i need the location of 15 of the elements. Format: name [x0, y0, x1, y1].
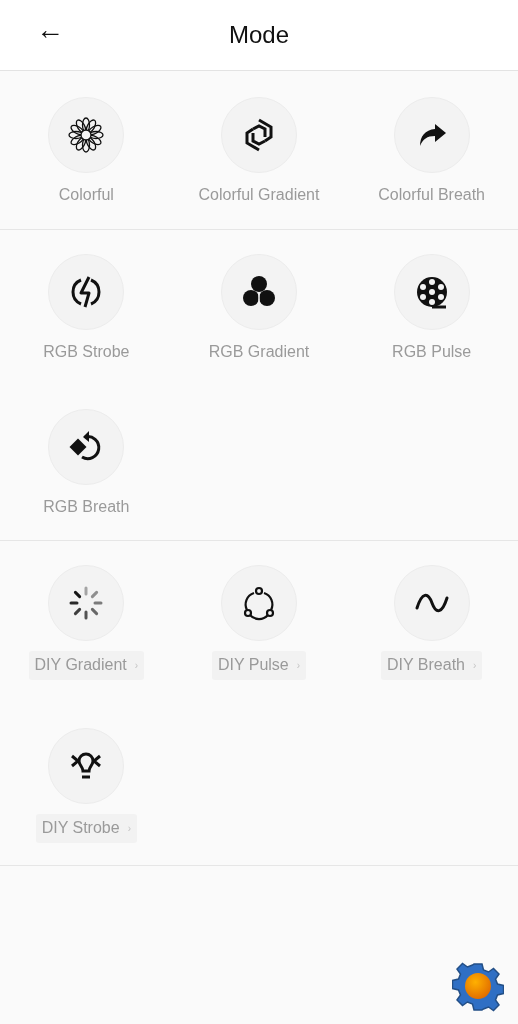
gear-icon[interactable]	[452, 960, 504, 1012]
mode-label: Colorful	[58, 185, 114, 205]
edit-chip[interactable]: DIY Breath ›	[381, 651, 483, 680]
edit-chip[interactable]: DIY Strobe ›	[35, 814, 137, 843]
mode-label: RGB Strobe	[43, 342, 130, 362]
mode-label: RGB Breath	[43, 497, 130, 517]
edit-chip[interactable]: DIY Gradient ›	[28, 651, 145, 680]
edit-chip[interactable]: DIY Pulse ›	[211, 651, 307, 680]
mode-label: Colorful Gradient	[198, 185, 320, 205]
flower-icon	[67, 116, 106, 154]
page-title: Mode	[228, 20, 289, 50]
back-button[interactable]: ←	[34, 16, 66, 44]
mode-label: RGB Pulse	[392, 342, 472, 362]
mode-label: RGB Gradient	[208, 342, 310, 362]
mode-label: Colorful Breath	[378, 185, 485, 205]
